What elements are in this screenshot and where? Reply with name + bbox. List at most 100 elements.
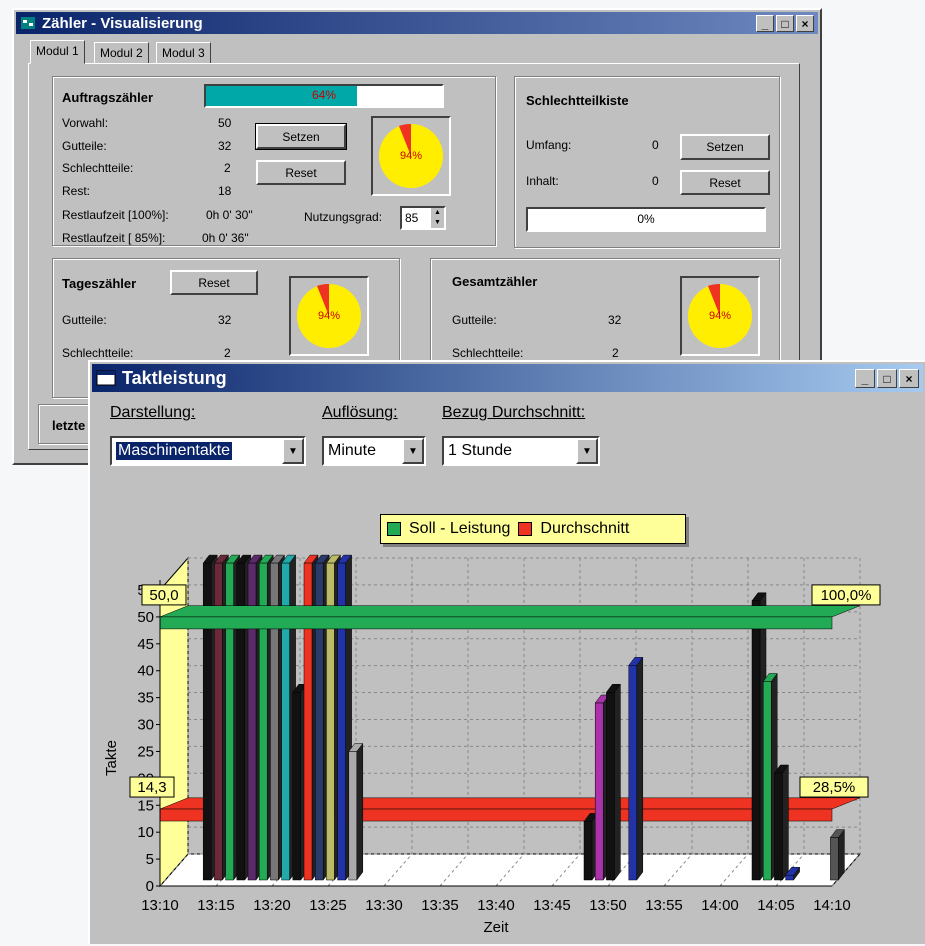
x-tick-label: 13:20 xyxy=(253,897,291,914)
kiste-progress-text: 0% xyxy=(637,212,655,226)
rest-value: 18 xyxy=(218,184,232,198)
bar-15 xyxy=(594,702,604,881)
maximize-icon[interactable]: □ xyxy=(776,15,794,32)
aufloesung-select[interactable]: Minute ▼ xyxy=(322,436,426,466)
bar-side xyxy=(356,742,364,881)
tab-modul-2[interactable]: Modul 2 xyxy=(94,42,149,64)
x-tick-label: 13:30 xyxy=(365,897,403,914)
window-title: Zähler - Visualisierung xyxy=(42,14,203,32)
restlaufzeit-100-value: 0h 0' 30" xyxy=(206,208,253,222)
x-tick-label: 13:45 xyxy=(533,897,571,914)
close-icon[interactable]: × xyxy=(796,15,814,32)
x-tick-label: 13:55 xyxy=(645,897,683,914)
window-title: Taktleistung xyxy=(122,367,227,388)
bezug-select[interactable]: 1 Stunde ▼ xyxy=(442,436,600,466)
maximize-icon[interactable]: □ xyxy=(877,369,897,388)
gesamt-gutteile-value: 32 xyxy=(608,313,622,327)
x-axis-label: Zeit xyxy=(483,919,509,936)
avg-pct-label: 28,5% xyxy=(813,779,856,796)
bar-20 xyxy=(774,772,783,881)
kiste-title: Schlechtteilkiste xyxy=(526,93,629,108)
chevron-down-icon[interactable]: ▼ xyxy=(282,438,304,464)
tab-modul-1[interactable]: Modul 1 xyxy=(30,40,85,64)
chevron-down-icon[interactable]: ▼ xyxy=(576,438,598,464)
soll-value-label: 50,0 xyxy=(149,587,178,604)
y-tick-label: 0 xyxy=(146,878,154,895)
zaehler-titlebar[interactable]: Zähler - Visualisierung _ □ × xyxy=(16,12,818,34)
auftrag-setzen-button[interactable]: Setzen xyxy=(255,123,347,150)
umfang-label: Umfang: xyxy=(526,138,572,152)
tag-schlecht-value: 2 xyxy=(224,346,231,360)
auftrag-title: Auftragszähler xyxy=(62,90,154,105)
darstellung-select[interactable]: Maschinentakte ▼ xyxy=(110,436,306,466)
bar-22 xyxy=(830,837,839,881)
auftrag-reset-button[interactable]: Reset xyxy=(256,160,346,185)
soll-pct-label: 100,0% xyxy=(821,587,872,604)
darstellung-value[interactable]: Maschinentakte xyxy=(114,441,234,461)
close-icon[interactable]: × xyxy=(899,369,919,388)
y-tick-label: 10 xyxy=(137,824,154,841)
chart-legend: Soll - Leistung Durchschnitt xyxy=(380,514,686,544)
legend-durchschnitt-label: Durchschnitt xyxy=(540,520,630,537)
y-tick-label: 45 xyxy=(137,636,154,653)
x-tick-label: 13:15 xyxy=(197,897,235,914)
bar-8 xyxy=(292,692,302,881)
minimize-icon[interactable]: _ xyxy=(756,15,774,32)
tag-gutteile-label: Gutteile: xyxy=(62,313,107,327)
y-tick-label: 15 xyxy=(137,797,154,814)
x-tick-label: 13:35 xyxy=(421,897,459,914)
bezug-value[interactable]: 1 Stunde xyxy=(448,442,512,460)
inhalt-value: 0 xyxy=(652,174,659,188)
vorwahl-value: 50 xyxy=(218,116,232,130)
restlaufzeit-85-value: 0h 0' 36" xyxy=(202,231,249,245)
x-tick-label: 13:10 xyxy=(141,897,179,914)
legend-durchschnitt-swatch xyxy=(518,522,533,536)
chevron-down-icon[interactable]: ▼ xyxy=(402,438,424,464)
restlaufzeit-100-label: Restlaufzeit [100%]: xyxy=(62,208,169,222)
soll-band-front xyxy=(159,616,833,630)
gesamt-schlecht-value: 2 xyxy=(612,346,619,360)
bar-17 xyxy=(628,665,638,881)
schlechtteile-label: Schlechtteile: xyxy=(62,161,134,175)
gesamt-gutteile-label: Gutteile: xyxy=(452,313,497,327)
takt-chart: 051015202530354045505513:1013:1513:2013:… xyxy=(103,554,881,936)
nutzungsgrad-spinner[interactable]: 85 ▲ ▼ xyxy=(400,206,446,230)
auftrag-progress-text: 64% xyxy=(311,88,337,102)
bar-18 xyxy=(751,600,761,881)
taktleistung-titlebar[interactable]: Taktleistung _ □ × xyxy=(92,364,923,392)
gesamt-pie: 94% xyxy=(680,276,760,356)
y-axis-label: Takte xyxy=(103,740,120,776)
bar-side xyxy=(838,828,845,881)
tag-title: Tageszähler xyxy=(62,276,137,291)
x-tick-label: 13:50 xyxy=(589,897,627,914)
aufloesung-value[interactable]: Minute xyxy=(328,442,376,460)
taktleistung-window: Taktleistung _ □ × Darstellung: Auflösun… xyxy=(88,360,925,944)
y-tick-label: 30 xyxy=(137,717,154,734)
gesamt-pie-text: 94% xyxy=(708,310,732,322)
nutzungsgrad-value[interactable]: 85 xyxy=(405,211,418,225)
bar-side xyxy=(636,656,644,881)
spinner-arrows-icon[interactable]: ▲ ▼ xyxy=(431,208,444,228)
auftrag-pie: 94% xyxy=(371,116,451,196)
aufloesung-label: Auflösung: xyxy=(322,404,398,421)
minimize-icon[interactable]: _ xyxy=(855,369,875,388)
vorwahl-label: Vorwahl: xyxy=(62,116,109,130)
tag-pie: 94% xyxy=(289,276,369,356)
x-tick-label: 14:00 xyxy=(701,897,739,914)
bar-side xyxy=(782,764,789,881)
x-tick-label: 13:25 xyxy=(309,897,347,914)
x-tick-label: 14:10 xyxy=(813,897,851,914)
kiste-progress: 0% xyxy=(526,207,766,232)
letzte-label: letzte xyxy=(52,418,86,433)
tab-modul-3[interactable]: Modul 3 xyxy=(156,42,211,64)
y-tick-label: 5 xyxy=(146,851,154,868)
tag-reset-button[interactable]: Reset xyxy=(170,270,258,295)
kiste-reset-button[interactable]: Reset xyxy=(680,170,770,195)
rest-label: Rest: xyxy=(62,184,91,198)
bar-14 xyxy=(583,821,593,881)
gutteile-label: Gutteile: xyxy=(62,139,107,153)
tag-pie-text: 94% xyxy=(317,310,341,322)
kiste-setzen-button[interactable]: Setzen xyxy=(680,134,770,160)
auftrag-progress: 64% xyxy=(204,84,444,108)
y-tick-label: 25 xyxy=(137,743,154,760)
